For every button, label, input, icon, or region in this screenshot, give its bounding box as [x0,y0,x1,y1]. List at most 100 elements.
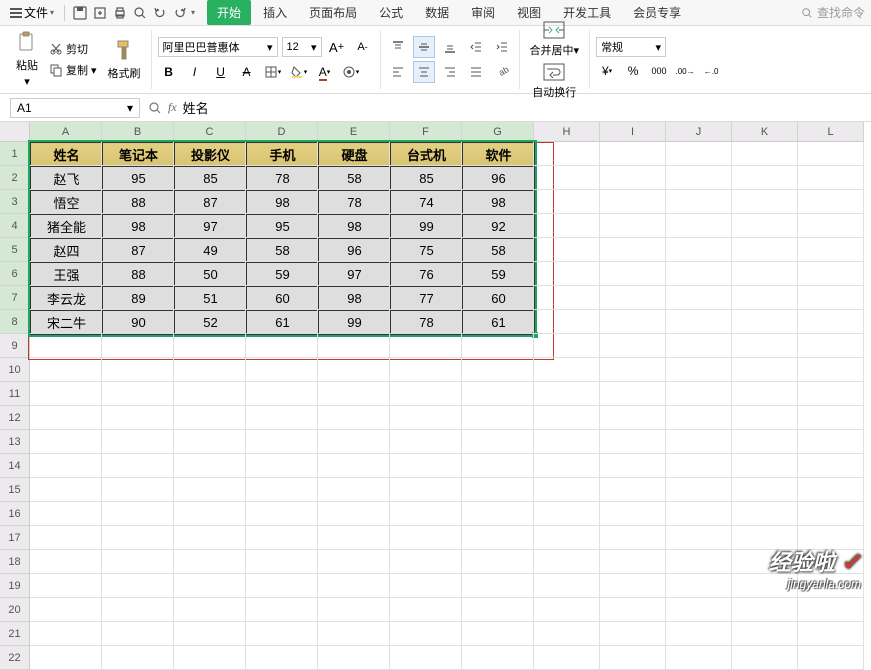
cell[interactable] [246,550,318,574]
cell[interactable] [390,550,462,574]
cell[interactable] [30,358,102,382]
tab-start[interactable]: 开始 [207,0,251,25]
cell[interactable] [390,334,462,358]
font-name-select[interactable]: 阿里巴巴普惠体▾ [158,37,278,57]
cell[interactable] [246,358,318,382]
cell[interactable] [318,334,390,358]
decrease-decimal-icon[interactable]: ←.0 [700,60,722,82]
cell[interactable] [462,382,534,406]
cell[interactable] [798,310,864,334]
cell[interactable] [318,430,390,454]
col-header-H[interactable]: H [534,122,600,142]
cell[interactable] [462,238,534,262]
cell[interactable] [30,286,102,310]
cell[interactable] [600,430,666,454]
cell[interactable] [318,286,390,310]
cell[interactable] [318,646,390,670]
cell[interactable] [732,358,798,382]
col-header-C[interactable]: C [174,122,246,142]
cell[interactable] [462,550,534,574]
cell[interactable] [600,166,666,190]
cell[interactable] [666,166,732,190]
cell[interactable] [318,358,390,382]
cell[interactable] [246,430,318,454]
cell[interactable] [798,502,864,526]
cell[interactable] [666,646,732,670]
cell[interactable] [798,238,864,262]
cell[interactable] [798,382,864,406]
cell[interactable] [732,430,798,454]
cell[interactable] [462,310,534,334]
file-menu[interactable]: 文件 ▾ [6,2,58,23]
cell[interactable] [798,286,864,310]
cell[interactable] [732,310,798,334]
cell[interactable] [318,190,390,214]
cell[interactable] [174,190,246,214]
cell[interactable] [666,574,732,598]
tab-data[interactable]: 数据 [415,0,459,25]
cell[interactable] [798,358,864,382]
cell[interactable] [600,406,666,430]
cell[interactable] [666,526,732,550]
cell[interactable] [102,526,174,550]
merge-center-button[interactable]: 合并居中▾ [526,18,584,60]
number-format-select[interactable]: 常规▾ [596,37,666,57]
italic-icon[interactable]: I [184,61,206,83]
search-commands[interactable]: 查找命令 [801,4,865,21]
row-header-11[interactable]: 11 [0,382,30,406]
cell[interactable] [732,166,798,190]
cell[interactable] [102,478,174,502]
align-right-icon[interactable] [439,61,461,83]
cell[interactable] [102,406,174,430]
wrap-text-button[interactable]: 自动换行 [526,60,584,102]
cell[interactable] [318,478,390,502]
cell[interactable] [462,190,534,214]
cell[interactable] [246,238,318,262]
cell[interactable] [30,262,102,286]
row-header-19[interactable]: 19 [0,574,30,598]
cell[interactable] [666,310,732,334]
row-header-4[interactable]: 4 [0,214,30,238]
cell[interactable] [246,502,318,526]
cell[interactable] [732,214,798,238]
cell[interactable] [174,550,246,574]
cell[interactable] [600,286,666,310]
cell[interactable] [600,598,666,622]
cell[interactable] [390,646,462,670]
cell[interactable] [318,406,390,430]
cell[interactable] [462,646,534,670]
cell[interactable] [666,286,732,310]
cell[interactable] [666,598,732,622]
cell[interactable] [174,238,246,262]
cell[interactable] [534,166,600,190]
cell[interactable] [318,502,390,526]
cell[interactable] [798,166,864,190]
cell[interactable] [102,310,174,334]
cell[interactable] [462,214,534,238]
align-center-icon[interactable] [413,61,435,83]
cell[interactable] [462,526,534,550]
cell[interactable] [30,454,102,478]
align-middle-icon[interactable] [413,36,435,58]
cell[interactable] [462,286,534,310]
cell[interactable] [600,550,666,574]
cell[interactable] [666,262,732,286]
cell[interactable] [534,262,600,286]
cell[interactable] [534,502,600,526]
cell[interactable] [534,406,600,430]
cell[interactable] [102,214,174,238]
cell[interactable] [390,190,462,214]
cell[interactable] [666,454,732,478]
cell[interactable] [732,262,798,286]
cell[interactable] [390,598,462,622]
cell[interactable] [30,478,102,502]
cell[interactable] [666,622,732,646]
export-icon[interactable] [91,4,109,22]
cell[interactable] [102,358,174,382]
cell[interactable] [534,190,600,214]
col-header-I[interactable]: I [600,122,666,142]
cell[interactable] [102,382,174,406]
row-header-14[interactable]: 14 [0,454,30,478]
cell[interactable] [102,430,174,454]
cell[interactable] [246,190,318,214]
